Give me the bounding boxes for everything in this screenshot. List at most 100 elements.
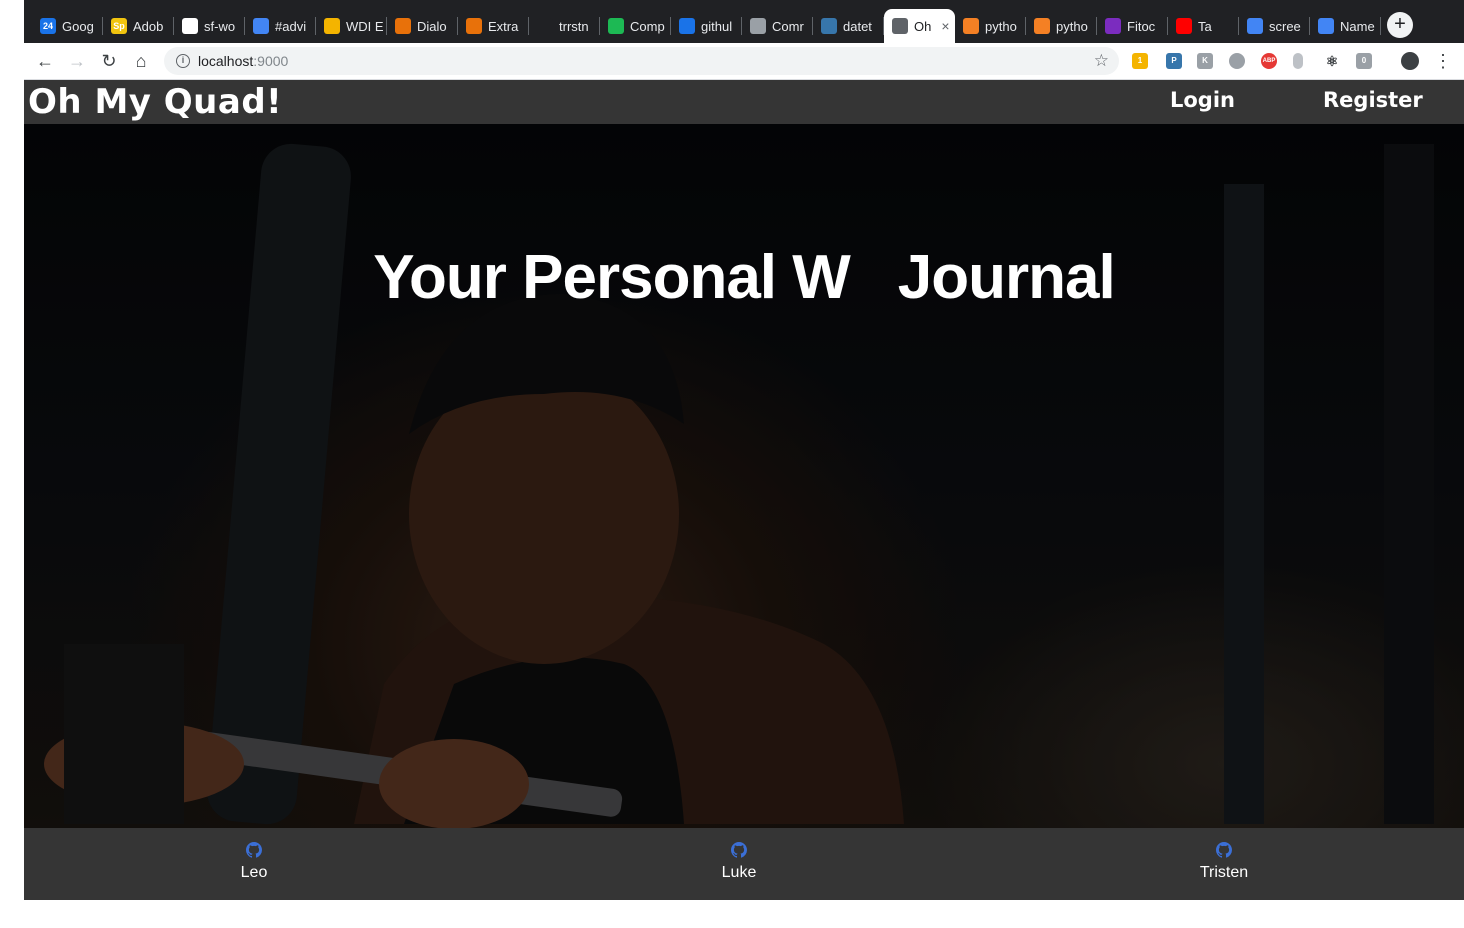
- team-member-name: Luke: [721, 864, 757, 881]
- python-extension-icon[interactable]: P: [1166, 53, 1182, 69]
- tab-title: Comr: [772, 18, 804, 34]
- new-tab-button[interactable]: +: [1387, 12, 1413, 38]
- team-member-name: Leo: [240, 864, 268, 881]
- tab-title: Comp: [630, 18, 665, 34]
- tab-strip: 24 Goog Sp Adob sf-wo #advi WDI E Dialo Extra trr…: [24, 0, 1464, 43]
- forward-icon[interactable]: →: [66, 50, 88, 72]
- browser-tab[interactable]: 24 Goog: [32, 9, 103, 43]
- tab-title: WDI E: [346, 18, 384, 34]
- slack-calendar-icon: [253, 18, 269, 34]
- browser-window: 24 Goog Sp Adob sf-wo #advi WDI E Dialo Extra trr…: [24, 0, 1464, 900]
- home-icon[interactable]: ⌂: [130, 50, 152, 72]
- tab-title: Adob: [133, 18, 164, 34]
- browser-tab[interactable]: pytho: [1026, 9, 1097, 43]
- grid-icon: [750, 18, 766, 34]
- slides-icon: [324, 18, 340, 34]
- tab-title: pytho: [1056, 18, 1088, 34]
- tab-title: Oh: [914, 18, 932, 34]
- lamp-extension-icon[interactable]: [1293, 53, 1303, 69]
- back-icon[interactable]: ←: [34, 50, 56, 72]
- google-icon: [1247, 18, 1263, 34]
- youtube-icon: [1176, 18, 1192, 34]
- tab-title: Goog: [62, 18, 94, 34]
- google-icon: [1318, 18, 1334, 34]
- hero-banner: Your Personal W Journal: [24, 124, 1464, 828]
- github-icon[interactable]: [731, 842, 747, 858]
- hero-title-right: Journal: [897, 243, 1116, 312]
- browser-menu-icon[interactable]: ⋮: [1432, 50, 1454, 72]
- zero-extension-icon[interactable]: 0: [1356, 53, 1372, 69]
- url-port: :9000: [253, 53, 289, 69]
- d-icon: [608, 18, 624, 34]
- github-icon: [537, 18, 553, 34]
- profile-avatar[interactable]: [1401, 52, 1419, 70]
- tab-title: Extra: [488, 18, 519, 34]
- shield-extension-icon[interactable]: [1229, 53, 1245, 69]
- tab-title: githul: [701, 18, 733, 34]
- hexagon-icon: [466, 18, 482, 34]
- adobe-spark-icon: Sp: [111, 18, 127, 34]
- hero-background-image: [24, 124, 1464, 828]
- browser-tab[interactable]: pytho: [955, 9, 1026, 43]
- reload-icon[interactable]: ↻: [98, 50, 120, 72]
- sticky-notes-extension-icon[interactable]: 1: [1132, 53, 1148, 69]
- tab-title: sf-wo: [204, 18, 236, 34]
- stackoverflow-icon: [1034, 18, 1050, 34]
- browser-tab[interactable]: scree: [1239, 9, 1310, 43]
- register-link[interactable]: Register: [1323, 88, 1423, 112]
- browser-tab[interactable]: Name: [1310, 9, 1381, 43]
- browser-toolbar: ← → ↻ ⌂ i localhost:9000 ☆ 1 P K ABP ⚛ 0…: [24, 43, 1464, 80]
- browser-tab[interactable]: #advi: [245, 9, 316, 43]
- browser-tab[interactable]: datet: [813, 9, 884, 43]
- team-member-leo[interactable]: Leo: [174, 842, 334, 882]
- browser-tab[interactable]: Oh ×: [884, 9, 955, 43]
- tab-title: Name: [1340, 18, 1375, 34]
- python-icon: [821, 18, 837, 34]
- tab-title: Fitoc: [1127, 18, 1156, 34]
- k-extension-icon[interactable]: K: [1197, 53, 1213, 69]
- tab-title: pytho: [985, 18, 1017, 34]
- browser-tab[interactable]: Dialo: [387, 9, 458, 43]
- login-link[interactable]: Login: [1170, 88, 1235, 112]
- hero-title: Your Personal W Journal: [24, 242, 1464, 313]
- team-member-luke[interactable]: Luke: [659, 842, 819, 882]
- team-member-tristen[interactable]: Tristen: [1144, 842, 1304, 882]
- react-devtools-icon[interactable]: ⚛: [1324, 53, 1340, 69]
- tab-title: trrstn: [559, 18, 589, 34]
- tab-title: #advi: [275, 18, 307, 34]
- browser-tab[interactable]: Comp: [600, 9, 671, 43]
- browser-tab[interactable]: Fitoc: [1097, 9, 1168, 43]
- tab-title: Dialo: [417, 18, 447, 34]
- site-info-icon[interactable]: i: [176, 54, 190, 68]
- bookmark-star-icon[interactable]: ☆: [1094, 51, 1109, 71]
- url-host: localhost: [198, 53, 254, 69]
- close-tab-icon[interactable]: ×: [941, 18, 949, 34]
- github-icon[interactable]: [246, 842, 262, 858]
- browser-tab[interactable]: Sp Adob: [103, 9, 174, 43]
- browser-tab[interactable]: Comr: [742, 9, 813, 43]
- web-page: Oh My Quad! Login Register Your Personal…: [24, 80, 1464, 900]
- tab-separator: [1380, 17, 1381, 35]
- site-navbar: Oh My Quad! Login Register: [24, 80, 1464, 124]
- hero-title-left: Your Personal W: [373, 243, 850, 312]
- browser-tab[interactable]: Extra: [458, 9, 529, 43]
- browser-tab[interactable]: WDI E: [316, 9, 387, 43]
- flag-icon: [679, 18, 695, 34]
- team-footer: Leo Luke Tristen: [24, 828, 1464, 900]
- github-icon[interactable]: [1216, 842, 1232, 858]
- tab-title: Ta: [1198, 18, 1212, 34]
- browser-tab[interactable]: sf-wo: [174, 9, 245, 43]
- browser-tab[interactable]: Ta: [1168, 9, 1239, 43]
- stackoverflow-icon: [963, 18, 979, 34]
- adblock-plus-icon[interactable]: ABP: [1261, 53, 1277, 69]
- site-brand[interactable]: Oh My Quad!: [28, 82, 282, 122]
- github-icon: [182, 18, 198, 34]
- calendar-icon: 24: [40, 18, 56, 34]
- address-bar[interactable]: i localhost:9000 ☆: [164, 47, 1119, 75]
- browser-tab[interactable]: githul: [671, 9, 742, 43]
- tab-title: scree: [1269, 18, 1301, 34]
- fitocracy-icon: [1105, 18, 1121, 34]
- team-member-name: Tristen: [1199, 864, 1249, 881]
- browser-tab[interactable]: trrstn: [529, 9, 600, 43]
- hexagon-icon: [395, 18, 411, 34]
